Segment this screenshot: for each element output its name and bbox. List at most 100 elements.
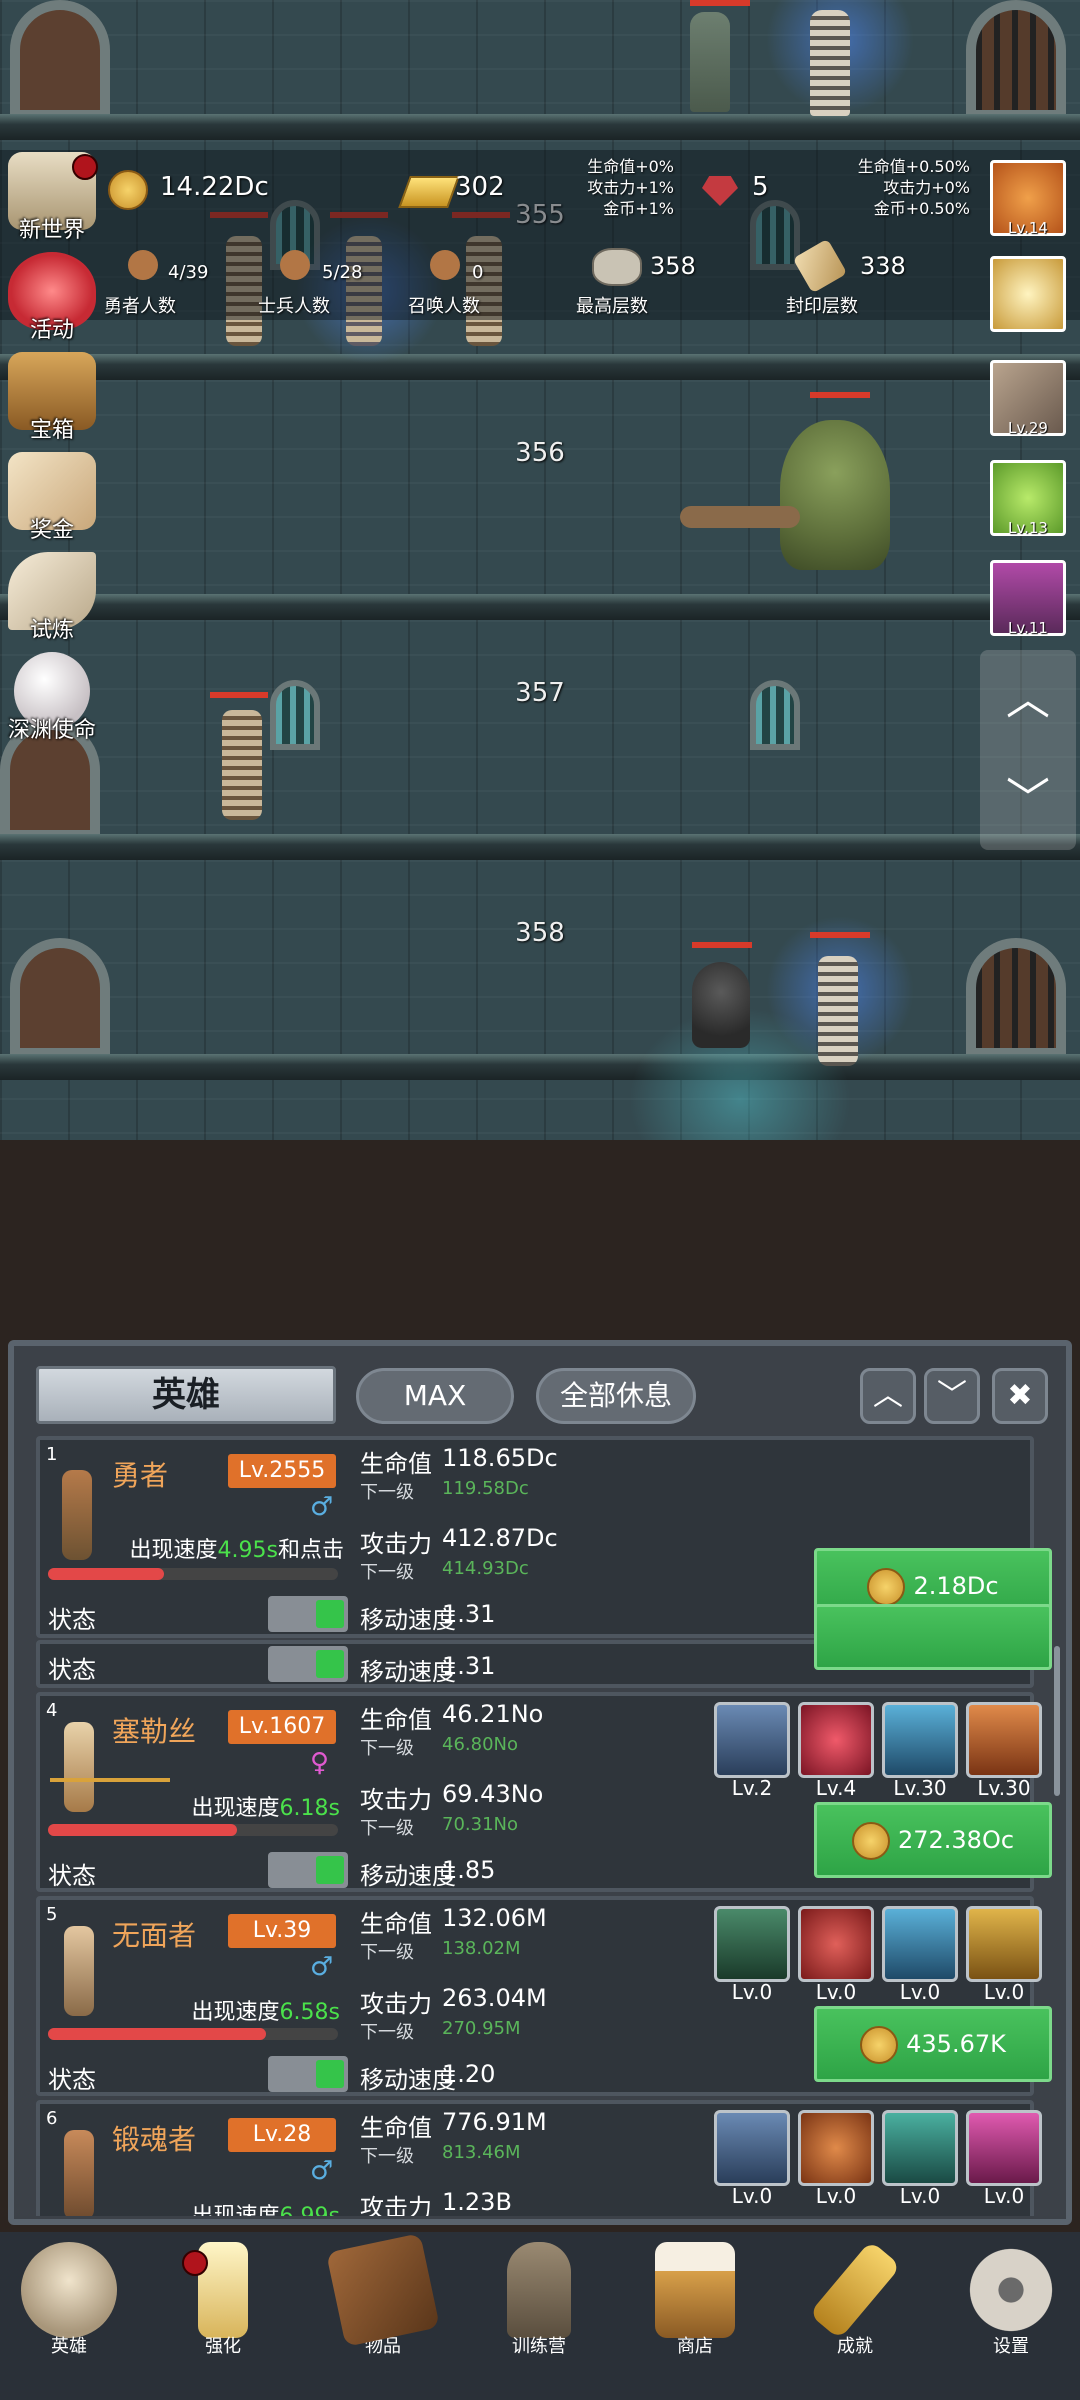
nav-training[interactable]: 训练营 — [474, 2242, 604, 2358]
item-slime[interactable]: Lv.13 — [990, 460, 1066, 537]
item-scroll[interactable]: Lv.29 — [990, 360, 1066, 437]
atk-value: 412.87Dc — [442, 1524, 558, 1552]
hammer-skill-icon[interactable] — [882, 2110, 958, 2186]
soldier-count: 5/28 — [322, 262, 363, 283]
sealed-floor: 338 — [860, 252, 906, 280]
hero-level: Lv.28 — [228, 2118, 336, 2152]
state-label: 状态 — [48, 1606, 96, 1634]
atk-next-value: 270.95M — [442, 2018, 521, 2039]
state-toggle[interactable] — [268, 1646, 348, 1682]
hp-bar — [48, 2028, 338, 2040]
nav-achievement[interactable]: 成就 — [790, 2240, 920, 2358]
door-grate — [966, 938, 1066, 1058]
axe-skill-icon[interactable] — [798, 2110, 874, 2186]
book-icon — [326, 2233, 440, 2347]
hero-count-icon — [128, 250, 158, 280]
fire-cage-skill-icon[interactable] — [966, 1702, 1042, 1778]
hero-card[interactable]: 4 塞勒丝 Lv.1607 ♀ 出现速度6.18s 状态 生命值 46.21No… — [36, 1692, 1052, 1892]
nav-settings[interactable]: 设置 — [946, 2242, 1076, 2358]
list-scrollbar[interactable] — [1054, 1646, 1060, 1796]
tab-hero[interactable]: 英雄 — [36, 1366, 336, 1424]
door-grate — [966, 0, 1066, 120]
sword-slash-skill-icon[interactable] — [714, 1906, 790, 1982]
hooded-ghost-enemy — [692, 962, 750, 1048]
rest-all-button[interactable]: 全部休息 — [536, 1368, 696, 1424]
max-floor: 358 — [650, 252, 696, 280]
gauntlet-skill-icon[interactable] — [882, 1906, 958, 1982]
sword-skill-icon[interactable] — [798, 1906, 874, 1982]
sealed-floor-icon — [792, 238, 848, 294]
appear-speed: 出现速度4.95s和点击 — [129, 1538, 344, 1563]
skull-shield-skill-icon[interactable] — [714, 2110, 790, 2186]
nav-items[interactable]: 物品 — [318, 2233, 448, 2358]
male-icon: ♂ — [310, 1492, 334, 1522]
max-floor-label: 最高层数 — [576, 296, 648, 317]
side-menu-chest[interactable]: 宝箱 — [2, 352, 102, 444]
staff-icon — [50, 1778, 170, 1782]
speed-value: 1.31 — [442, 1600, 496, 1628]
expand-down-button[interactable]: ﹀ — [924, 1368, 980, 1424]
atk-value: 263.04M — [442, 1984, 547, 2012]
boots-skill-icon[interactable] — [882, 1702, 958, 1778]
summon-count: 0 — [472, 262, 484, 283]
close-panel-button[interactable]: ✖ — [992, 1368, 1048, 1424]
atk-value: 69.43No — [442, 1780, 544, 1808]
lantern-icon — [507, 2242, 571, 2338]
nav-enhance[interactable]: 强化 — [158, 2242, 288, 2358]
side-menu-event[interactable]: 活动 — [2, 252, 102, 344]
speed-value: 1.85 — [442, 1856, 496, 1884]
upgrade-button[interactable]: 435.67K — [814, 2006, 1052, 2082]
state-toggle[interactable] — [268, 1596, 348, 1632]
hp-next-value: 46.80No — [442, 1734, 519, 1755]
scroll-up-button[interactable]: ︿ — [980, 650, 1076, 750]
summon-count-icon — [430, 250, 460, 280]
hero-level: Lv.2555 — [228, 1454, 336, 1488]
hero-name: 锻魂者 — [112, 2123, 197, 2156]
shield-star-skill-icon[interactable] — [714, 1702, 790, 1778]
side-menu-abyss-mission[interactable]: 深渊使命 — [2, 652, 102, 744]
helmet-skill-icon[interactable] — [966, 1906, 1042, 1982]
state-toggle[interactable] — [268, 1852, 348, 1888]
nav-shop[interactable]: 商店 — [630, 2242, 760, 2358]
collapse-up-button[interactable]: ︿ — [860, 1368, 916, 1424]
hp-value: 776.91M — [442, 2108, 547, 2136]
bonus-left: 生命值+0% 攻击力+1% 金币+1% — [587, 157, 674, 218]
speed-value: 1.20 — [442, 2060, 496, 2088]
demon-mouth-skill-icon[interactable] — [798, 1702, 874, 1778]
max-button[interactable]: MAX — [356, 1368, 514, 1424]
scroll-down-button[interactable]: ﹀ — [980, 750, 1076, 850]
male-icon: ♂ — [310, 1952, 334, 1982]
hero-card[interactable]: 5 无面者 Lv.39 ♂ 出现速度6.58s 状态 生命值 132.06M 下… — [36, 1896, 1052, 2096]
side-menu-bonus[interactable]: 奖金 — [2, 452, 102, 544]
floor-357: 357 — [0, 620, 1080, 860]
hero-card[interactable]: 6 锻魂者 Lv.28 ♂ 出现速度6.99s 生命值 776.91M 下一级 … — [36, 2100, 1042, 2216]
gold-bar-icon — [398, 176, 460, 208]
side-menu-new-world[interactable]: 新世界 — [2, 152, 102, 244]
hero-list: 1 勇者 Lv.2555 ♂ 出现速度4.95s和点击 状态 生命值 118.6… — [28, 1436, 1058, 2216]
hero-count: 4/39 — [168, 262, 209, 283]
gem-icon — [702, 176, 738, 206]
resource-bar: 14.22Dc 302 生命值+0% 攻击力+1% 金币+1% 5 生命值+0.… — [0, 150, 1080, 320]
upgrade-button[interactable] — [814, 1604, 1052, 1670]
gold-bar-amount: 302 — [455, 172, 505, 202]
gold-coin-icon — [860, 2026, 899, 2064]
female-icon: ♀ — [310, 1748, 330, 1778]
hero-sprite — [62, 1470, 92, 1560]
hp-bar — [48, 1568, 338, 1580]
hp-bar — [48, 1824, 338, 1836]
boot-skill-icon[interactable] — [966, 2110, 1042, 2186]
door — [10, 938, 110, 1058]
item-pumpkin[interactable]: Lv.14 — [990, 160, 1066, 237]
window — [270, 680, 320, 750]
nav-hero[interactable]: 英雄 — [4, 2242, 134, 2358]
item-mask[interactable]: Lv.11 — [990, 560, 1066, 637]
side-menu-trial[interactable]: 试炼 — [2, 552, 102, 644]
upgrade-button[interactable]: 272.38Oc — [814, 1802, 1052, 1878]
item-candle[interactable] — [990, 256, 1066, 332]
hero-sprite — [64, 1926, 94, 2016]
gold-coin-icon — [851, 1822, 890, 1860]
hero-name: 塞勒丝 — [112, 1715, 197, 1748]
state-toggle[interactable] — [268, 2056, 348, 2092]
notification-dot — [182, 2250, 208, 2276]
appear-speed: 出现速度6.58s — [191, 2000, 340, 2025]
